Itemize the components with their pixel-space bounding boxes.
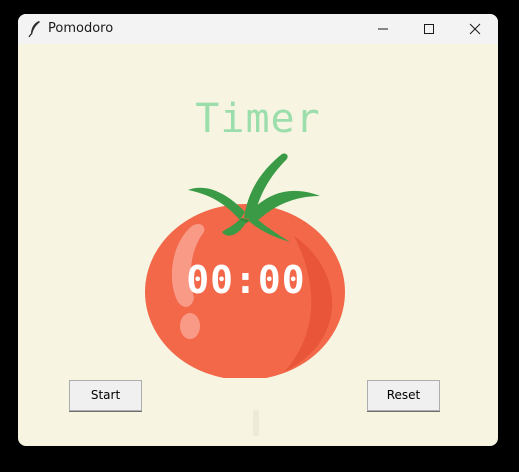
window-title: Pomodoro <box>48 21 114 36</box>
minimize-button[interactable] <box>360 14 406 44</box>
feather-icon <box>28 20 42 38</box>
pomodoro-window: Pomodoro Timer 00:00 Start Reset <box>18 14 498 446</box>
countdown-display: 00:00 <box>186 258 306 302</box>
maximize-icon <box>424 24 434 34</box>
start-button[interactable]: Start <box>69 380 142 412</box>
main-content: Timer 00:00 Start Reset <box>18 44 498 446</box>
close-icon <box>469 23 481 35</box>
timer-title: Timer <box>195 96 321 142</box>
reset-button[interactable]: Reset <box>367 380 440 412</box>
title-bar[interactable]: Pomodoro <box>18 14 498 44</box>
close-button[interactable] <box>452 14 498 44</box>
checkmark-label <box>248 412 264 436</box>
maximize-button[interactable] <box>406 14 452 44</box>
minimize-icon <box>378 28 388 30</box>
